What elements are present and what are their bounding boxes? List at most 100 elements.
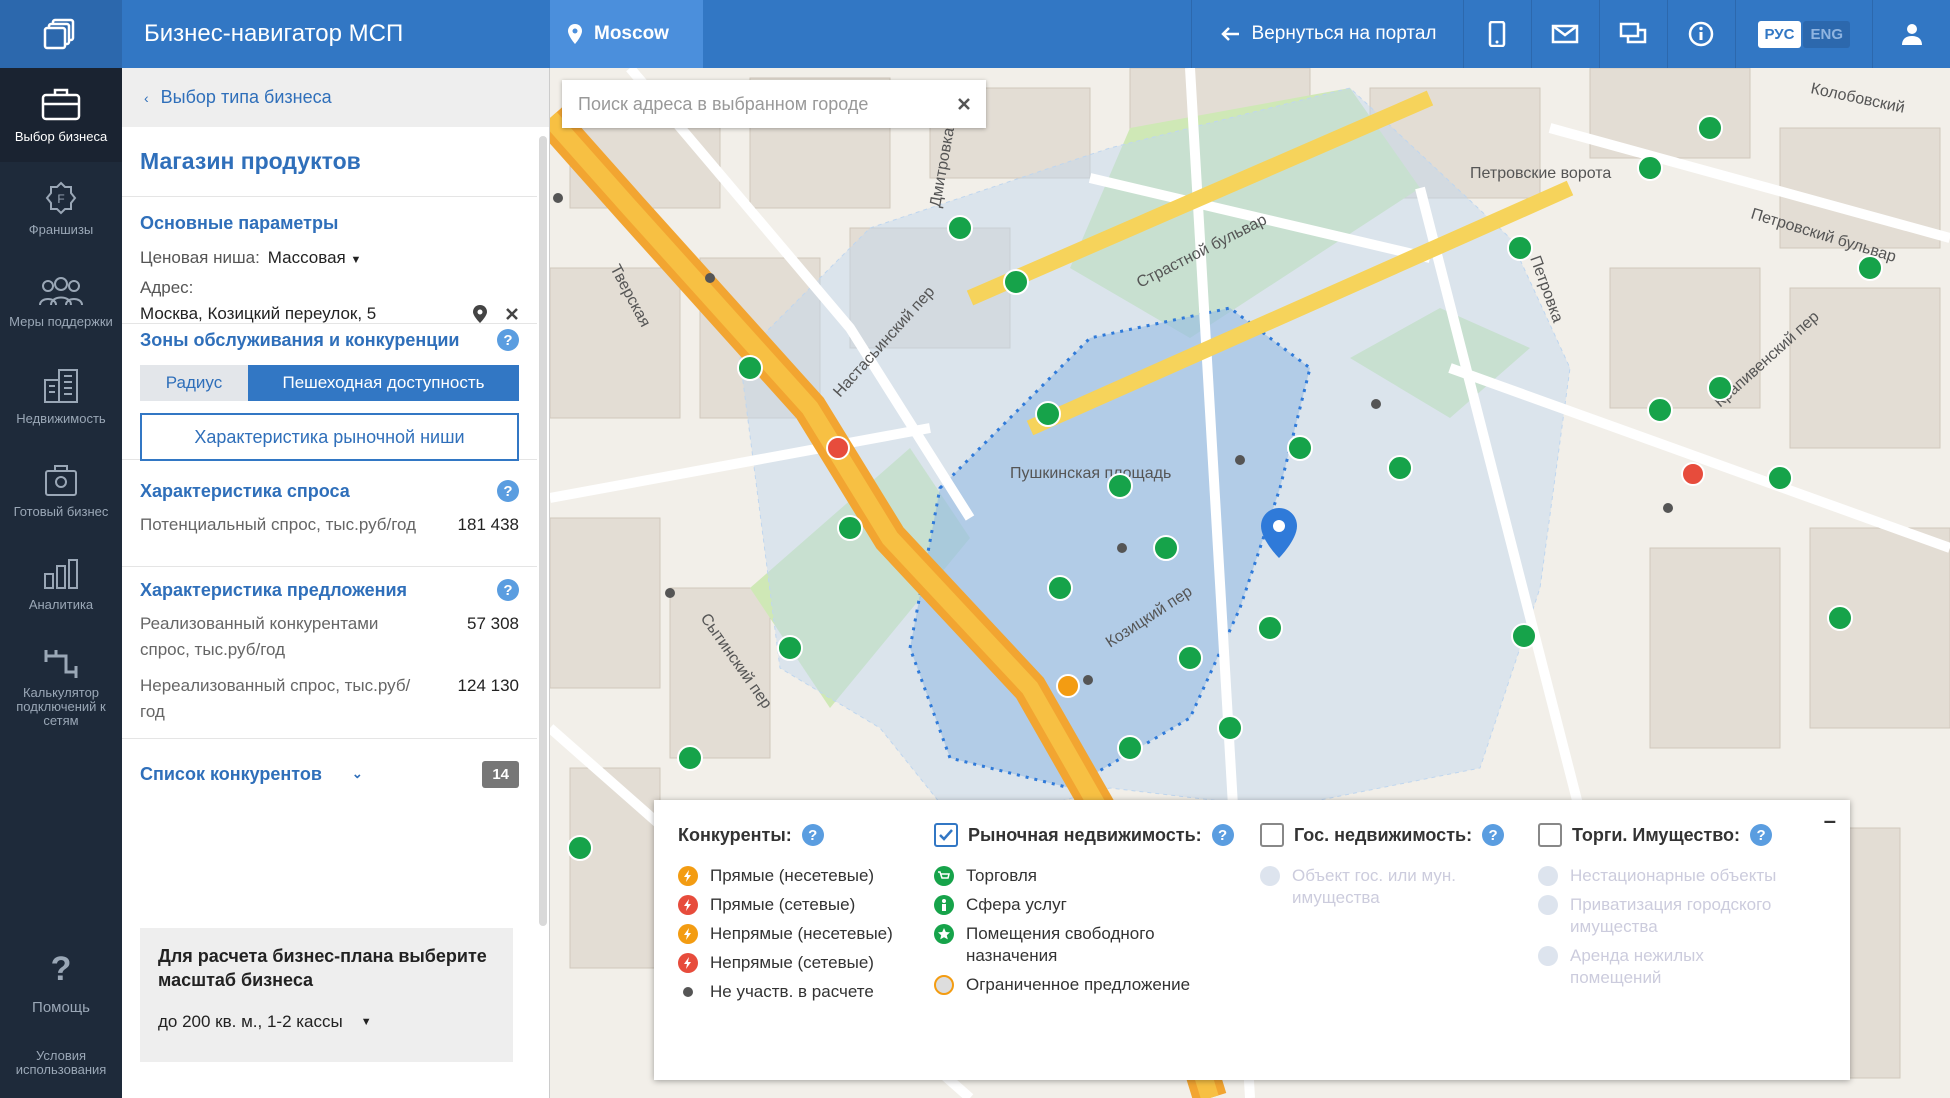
panel-scrollbar[interactable] [539,136,547,926]
kiosk-icon [1538,866,1558,886]
legend-competitors-header: Конкуренты: ? [678,822,908,848]
legend-item: Сфера услуг [934,894,1234,916]
top-bar: Бизнес-навигатор МСП Moscow Вернуться на… [0,0,1950,68]
mobile-button[interactable] [1462,0,1531,68]
address-label: Адрес: [140,278,194,297]
legend-title: Конкуренты: [678,824,792,845]
caret-down-icon: ▼ [350,254,362,266]
map-pin-icon[interactable] [473,305,487,323]
nav-label: Помощь [32,999,90,1016]
legend-item: Ограниченное предложение [934,974,1234,996]
legend-item-label: Аренда нежилых помещений [1570,946,1704,987]
nav-label: Выбор бизнеса [14,129,108,144]
close-icon[interactable] [958,98,970,110]
business-panel: ‹ Выбор типа бизнеса Магазин продуктов О… [122,68,550,1098]
chat-button[interactable] [1598,0,1667,68]
help-icon[interactable]: ? [801,824,824,846]
location-pin-icon [568,24,582,44]
lightning-icon [678,953,698,973]
nav-item-support[interactable]: Меры поддержки [0,256,122,350]
dot-icon [678,982,698,1002]
legend-item-label: Объект гос. или мун. имущества [1292,866,1456,907]
help-icon[interactable]: ? [1211,824,1234,846]
lightning-icon [678,866,698,886]
breadcrumb-label: Выбор типа бизнеса [160,87,332,107]
demand-section: Характеристика спроса ? Потенциальный сп… [122,460,537,567]
nav-item-analytics[interactable]: Аналитика [0,538,122,632]
competitors-list-toggle[interactable]: Список конкурентов ⌄ 14 [122,739,537,809]
realized-value: 57 308 [467,614,519,633]
auctions-checkbox[interactable] [1538,823,1562,847]
address-search-input[interactable]: Поиск адреса в выбранном городе [562,80,986,128]
nav-item-calculator[interactable]: Калькулятор подключений к сетям [0,632,122,742]
mail-button[interactable] [1530,0,1599,68]
demand-row: Потенциальный спрос, тыс.руб/год 181 438 [140,512,519,538]
lightning-icon [678,895,698,915]
language-switcher: РУС ENG [1734,0,1873,68]
competitors-title: Список конкурентов [140,763,322,784]
clock-icon [934,975,954,995]
legend-item-label: Нестационарные объекты [1570,866,1777,885]
minimize-legend-button[interactable]: – [1824,808,1836,834]
back-to-portal-label: Вернуться на портал [1251,23,1437,44]
back-to-portal-link[interactable]: Вернуться на портал [1190,0,1463,68]
nav-item-realty[interactable]: Недвижимость [0,350,122,444]
legend-item: Прямые (несетевые) [678,865,908,887]
building-icon [44,369,78,403]
nav-item-ready-business[interactable]: Готовый бизнес [0,444,122,538]
market-realty-checkbox[interactable] [934,823,958,847]
check-icon [939,829,953,841]
legend-auctions: Торги. Имущество: ? Нестационарные объек… [1538,822,1788,1058]
info-icon [1688,21,1714,47]
city-label: Moscow [594,23,669,44]
legend-competitors: Конкуренты: ? Прямые (несетевые) Прямые … [678,822,908,1058]
chat-icon [1619,22,1647,44]
supply-title: Характеристика предложения [140,579,408,600]
radius-option[interactable]: Радиус [140,365,248,401]
address-value: Москва, Козицкий переулок, 5 [140,304,377,323]
caret-down-icon: ▼ [360,1016,372,1028]
price-niche-select[interactable]: Массовая ▼ [268,248,362,268]
legend-item: Объект гос. или мун. имущества [1260,865,1512,909]
market-niche-button[interactable]: Характеристика рыночной ниши [140,413,519,461]
nav-label: Франшизы [28,222,94,237]
help-icon[interactable]: ? [1482,824,1505,846]
map-legend: – Конкуренты: ? Прямые (несетевые) Прямы… [654,800,1850,1080]
legend-gov-realty: Гос. недвижимость: ? Объект гос. или мун… [1260,822,1512,1058]
user-button[interactable] [1872,0,1950,68]
lang-ru-button[interactable]: РУС [1757,20,1802,48]
plan-title: Для расчета бизнес-плана выберите масшта… [158,946,487,990]
help-icon[interactable]: ? [497,579,519,601]
info-button[interactable] [1666,0,1735,68]
nav-item-franchises[interactable]: F Франшизы [0,162,122,256]
breadcrumb[interactable]: ‹ Выбор типа бизнеса [122,68,549,127]
legend-item-label: Сфера услуг [966,895,1067,914]
app-logo[interactable] [0,0,122,68]
street-label: Пушкинская площадь [1010,465,1171,482]
help-icon[interactable]: ? [497,329,519,351]
walking-option[interactable]: Пешеходная доступность [248,365,519,401]
address-row: Москва, Козицкий переулок, 5 [140,304,519,324]
people-icon [39,277,83,306]
chart-icon [44,559,78,589]
city-selector[interactable]: Moscow [550,0,703,68]
clear-address-icon[interactable] [505,307,519,321]
nav-item-help[interactable]: ? Помощь [0,938,122,1028]
demand-title-row: Характеристика спроса ? [140,480,519,502]
gov-realty-checkbox[interactable] [1260,823,1284,847]
map-view[interactable]: Тверская Страстной бульвар Пушкинская пл… [550,68,1950,1098]
legend-item: Аренда нежилых помещений [1538,945,1788,989]
legend-market-realty: Рыночная недвижимость: ? Торговля Сфера … [934,822,1234,1058]
business-title-section: Магазин продуктов [122,127,537,197]
legend-item-label: Торговля [966,866,1038,885]
nav-item-terms[interactable]: Условия использования [0,1028,122,1098]
nav-item-business-choice[interactable]: Выбор бизнеса [0,68,122,162]
lightning-icon [678,924,698,944]
legend-market-realty-header: Рыночная недвижимость: ? [934,822,1234,848]
business-scale-select[interactable]: до 200 кв. м., 1-2 кассы ▼ [158,1012,495,1032]
legend-gov-realty-header: Гос. недвижимость: ? [1260,822,1512,848]
lang-en-button[interactable]: ENG [1803,20,1850,48]
legend-item-label: Прямые (несетевые) [710,866,875,885]
help-icon[interactable]: ? [1750,824,1773,846]
help-icon[interactable]: ? [497,480,519,502]
